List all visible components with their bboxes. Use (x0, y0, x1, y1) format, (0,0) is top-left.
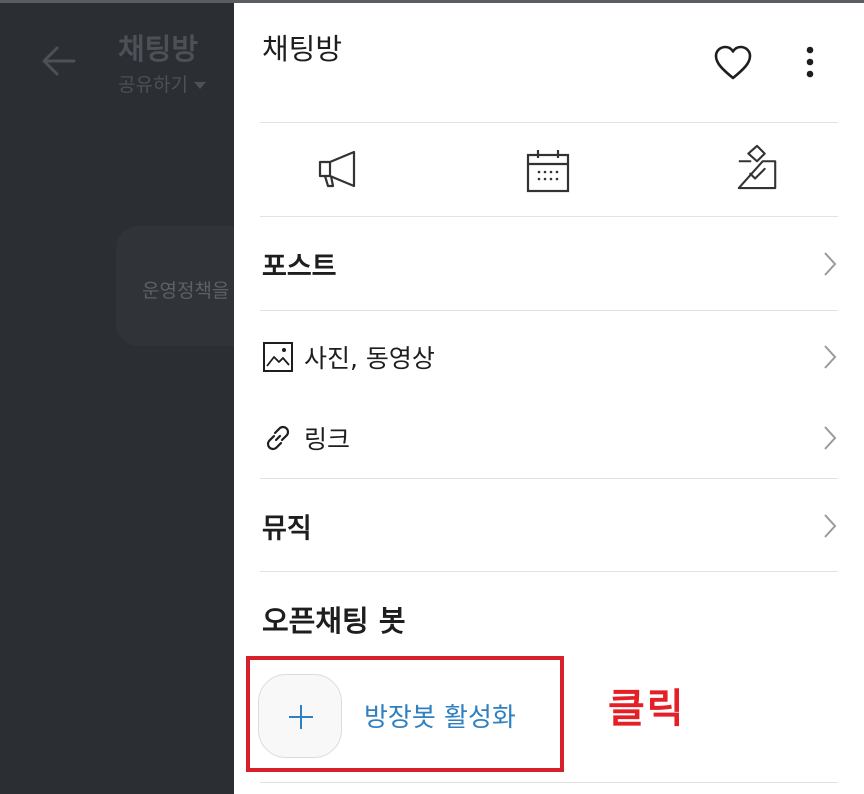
divider (260, 571, 838, 572)
top-border (0, 0, 864, 3)
menu-item-label: 링크 (304, 425, 351, 454)
link-icon (266, 425, 290, 451)
back-arrow-icon[interactable] (40, 42, 78, 80)
megaphone-icon[interactable] (316, 146, 362, 192)
vote-box-icon[interactable] (734, 144, 780, 190)
bot-section-title: 오픈채팅 봇 (262, 604, 406, 638)
divider (260, 782, 838, 783)
background-share-menu: 공유하기 (118, 70, 206, 97)
more-vertical-icon[interactable] (796, 42, 824, 84)
calendar-icon[interactable] (525, 148, 571, 194)
background-share-label: 공유하기 (118, 74, 188, 96)
divider (260, 478, 838, 479)
menu-item-label-group: 사진, 동영상 (262, 339, 435, 375)
heart-icon[interactable] (712, 42, 754, 84)
background-notice-text: 운영정책을 (142, 280, 230, 302)
caret-down-icon (193, 82, 206, 89)
chevron-right-icon (824, 514, 837, 538)
drawer-title: 채팅방 (262, 32, 343, 66)
highlight-box (246, 656, 564, 772)
screen: 채팅방 공유하기 운영정책을 채팅방 포스트 사진, 동영상 링크 뮤직 오픈채… (0, 0, 864, 794)
background-notice-bubble: 운영정책을 (116, 226, 234, 346)
menu-item-post[interactable]: 포스트 (260, 218, 838, 310)
chevron-right-icon (824, 426, 837, 450)
chevron-right-icon (824, 252, 837, 276)
image-icon (263, 342, 293, 372)
menu-item-photos-videos[interactable]: 사진, 동영상 (260, 311, 838, 403)
background-chat-screen: 채팅방 공유하기 운영정책을 (0, 0, 234, 794)
chevron-right-icon (824, 345, 837, 369)
menu-item-label: 뮤직 (262, 513, 312, 545)
menu-item-music[interactable]: 뮤직 (260, 480, 838, 572)
background-title: 채팅방 (118, 32, 199, 66)
menu-item-label: 포스트 (262, 251, 337, 283)
menu-item-label-group: 링크 (262, 420, 350, 456)
menu-item-links[interactable]: 링크 (260, 392, 838, 484)
click-annotation: 클릭 (608, 686, 686, 732)
divider (260, 216, 838, 217)
divider (260, 122, 838, 123)
menu-item-label: 사진, 동영상 (304, 344, 435, 373)
